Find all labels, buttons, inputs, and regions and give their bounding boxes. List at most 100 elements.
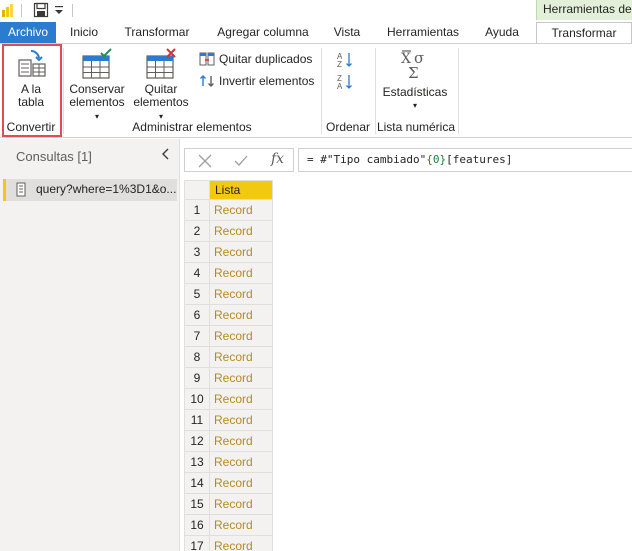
table-row[interactable]: 17 Record [184,536,273,551]
row-number[interactable]: 5 [184,284,210,305]
save-icon[interactable] [33,2,49,18]
grid-header: Lista [184,180,273,200]
row-number[interactable]: 7 [184,326,210,347]
group-label-ordenar: Ordenar [325,120,371,134]
sort-descending-button[interactable]: Z A [336,72,356,91]
title-bar: Herramientas de l [0,0,632,22]
record-link[interactable]: Record [210,326,273,347]
row-number[interactable]: 16 [184,515,210,536]
record-link[interactable]: Record [210,284,273,305]
formula-input[interactable]: = #"Tipo cambiado"{0}[features] [298,148,632,172]
row-number[interactable]: 4 [184,263,210,284]
row-number[interactable]: 17 [184,536,210,551]
row-number[interactable]: 9 [184,368,210,389]
table-row[interactable]: 15 Record [184,494,273,515]
query-name: query?where=1%3D1&o... [36,182,177,196]
invertir-elementos-button[interactable]: Invertir elementos [199,72,317,90]
record-link[interactable]: Record [210,305,273,326]
tab-transformar-list-tools[interactable]: Transformar [536,22,632,45]
formula-bar-buttons: fx [184,148,294,172]
row-number[interactable]: 3 [184,242,210,263]
keep-items-icon [82,48,112,79]
estadisticas-label: Estadísticas [382,85,448,99]
title-separator [21,4,22,17]
formula-prefix: = #"Tipo cambiado" [307,153,427,166]
record-link[interactable]: Record [210,263,273,284]
table-row[interactable]: 8 Record [184,347,273,368]
table-row[interactable]: 16 Record [184,515,273,536]
highlight-box [2,44,62,137]
row-number[interactable]: 6 [184,305,210,326]
cancel-icon[interactable] [197,153,213,169]
record-link[interactable]: Record [210,410,273,431]
table-row[interactable]: 14 Record [184,473,273,494]
title-separator [72,4,73,17]
row-number[interactable]: 10 [184,389,210,410]
grid-corner[interactable] [184,180,210,200]
query-list-item[interactable]: query?where=1%3D1&o... [3,179,177,201]
table-row[interactable]: 11 Record [184,410,273,431]
svg-text:Σ: Σ [408,64,419,80]
record-link[interactable]: Record [210,431,273,452]
ribbon-tabs: Archivo Inicio Transformar Agregar colum… [0,22,632,45]
sort-ascending-button[interactable]: A Z [336,50,356,69]
tab-agregar-columna[interactable]: Agregar columna [208,22,318,44]
table-row[interactable]: 2 Record [184,221,273,242]
table-row[interactable]: 1 Record [184,200,273,221]
table-row[interactable]: 9 Record [184,368,273,389]
record-link[interactable]: Record [210,452,273,473]
power-bi-logo-icon [2,4,13,17]
table-row[interactable]: 12 Record [184,431,273,452]
row-number[interactable]: 15 [184,494,210,515]
row-number[interactable]: 2 [184,221,210,242]
quitar-duplicados-button[interactable]: Quitar duplicados [199,50,317,68]
record-link[interactable]: Record [210,473,273,494]
row-number[interactable]: 12 [184,431,210,452]
sort-descending-icon: Z A [337,74,352,91]
row-number[interactable]: 13 [184,452,210,473]
context-tab-title: Herramientas de l [536,0,632,20]
row-number[interactable]: 8 [184,347,210,368]
table-row[interactable]: 5 Record [184,284,273,305]
formula-bar: fx = #"Tipo cambiado"{0}[features] [184,148,632,172]
record-link[interactable]: Record [210,536,273,551]
tab-transformar[interactable]: Transformar [118,22,196,44]
record-link[interactable]: Record [210,368,273,389]
record-link[interactable]: Record [210,494,273,515]
record-link[interactable]: Record [210,347,273,368]
svg-text:Z: Z [337,60,342,69]
row-number[interactable]: 11 [184,410,210,431]
sort-ascending-icon: A Z [337,52,352,69]
chevron-left-icon[interactable] [160,147,172,161]
reverse-items-icon [200,75,214,87]
record-link[interactable]: Record [210,389,273,410]
quick-access-dropdown-icon[interactable] [54,4,64,16]
table-row[interactable]: 6 Record [184,305,273,326]
table-row[interactable]: 10 Record [184,389,273,410]
conservar-elementos-button[interactable]: Conservar elementos ▾ [66,48,128,121]
check-icon[interactable] [233,153,249,169]
tab-vista[interactable]: Vista [327,22,367,44]
record-link[interactable]: Record [210,242,273,263]
quitar-elementos-button[interactable]: Quitar elementos ▾ [130,48,192,121]
remove-items-icon [146,48,176,79]
fx-icon[interactable]: fx [271,151,284,167]
tab-inicio[interactable]: Inicio [62,22,106,44]
table-row[interactable]: 3 Record [184,242,273,263]
record-link[interactable]: Record [210,200,273,221]
tab-ayuda[interactable]: Ayuda [476,22,528,44]
tab-herramientas[interactable]: Herramientas [380,22,466,44]
column-header-lista[interactable]: Lista [210,180,273,200]
tab-archivo[interactable]: Archivo [0,22,56,44]
table-row[interactable]: 13 Record [184,452,273,473]
queries-pane: Consultas [1] query?where=1%3D1&o... [0,139,180,551]
row-number[interactable]: 14 [184,473,210,494]
estadisticas-button[interactable]: X σ Σ Estadísticas ▾ [380,48,450,118]
record-link[interactable]: Record [210,515,273,536]
group-label-lista-numerica: Lista numérica [376,120,456,134]
invertir-elementos-label: Invertir elementos [219,74,315,88]
table-row[interactable]: 7 Record [184,326,273,347]
table-row[interactable]: 4 Record [184,263,273,284]
record-link[interactable]: Record [210,221,273,242]
row-number[interactable]: 1 [184,200,210,221]
